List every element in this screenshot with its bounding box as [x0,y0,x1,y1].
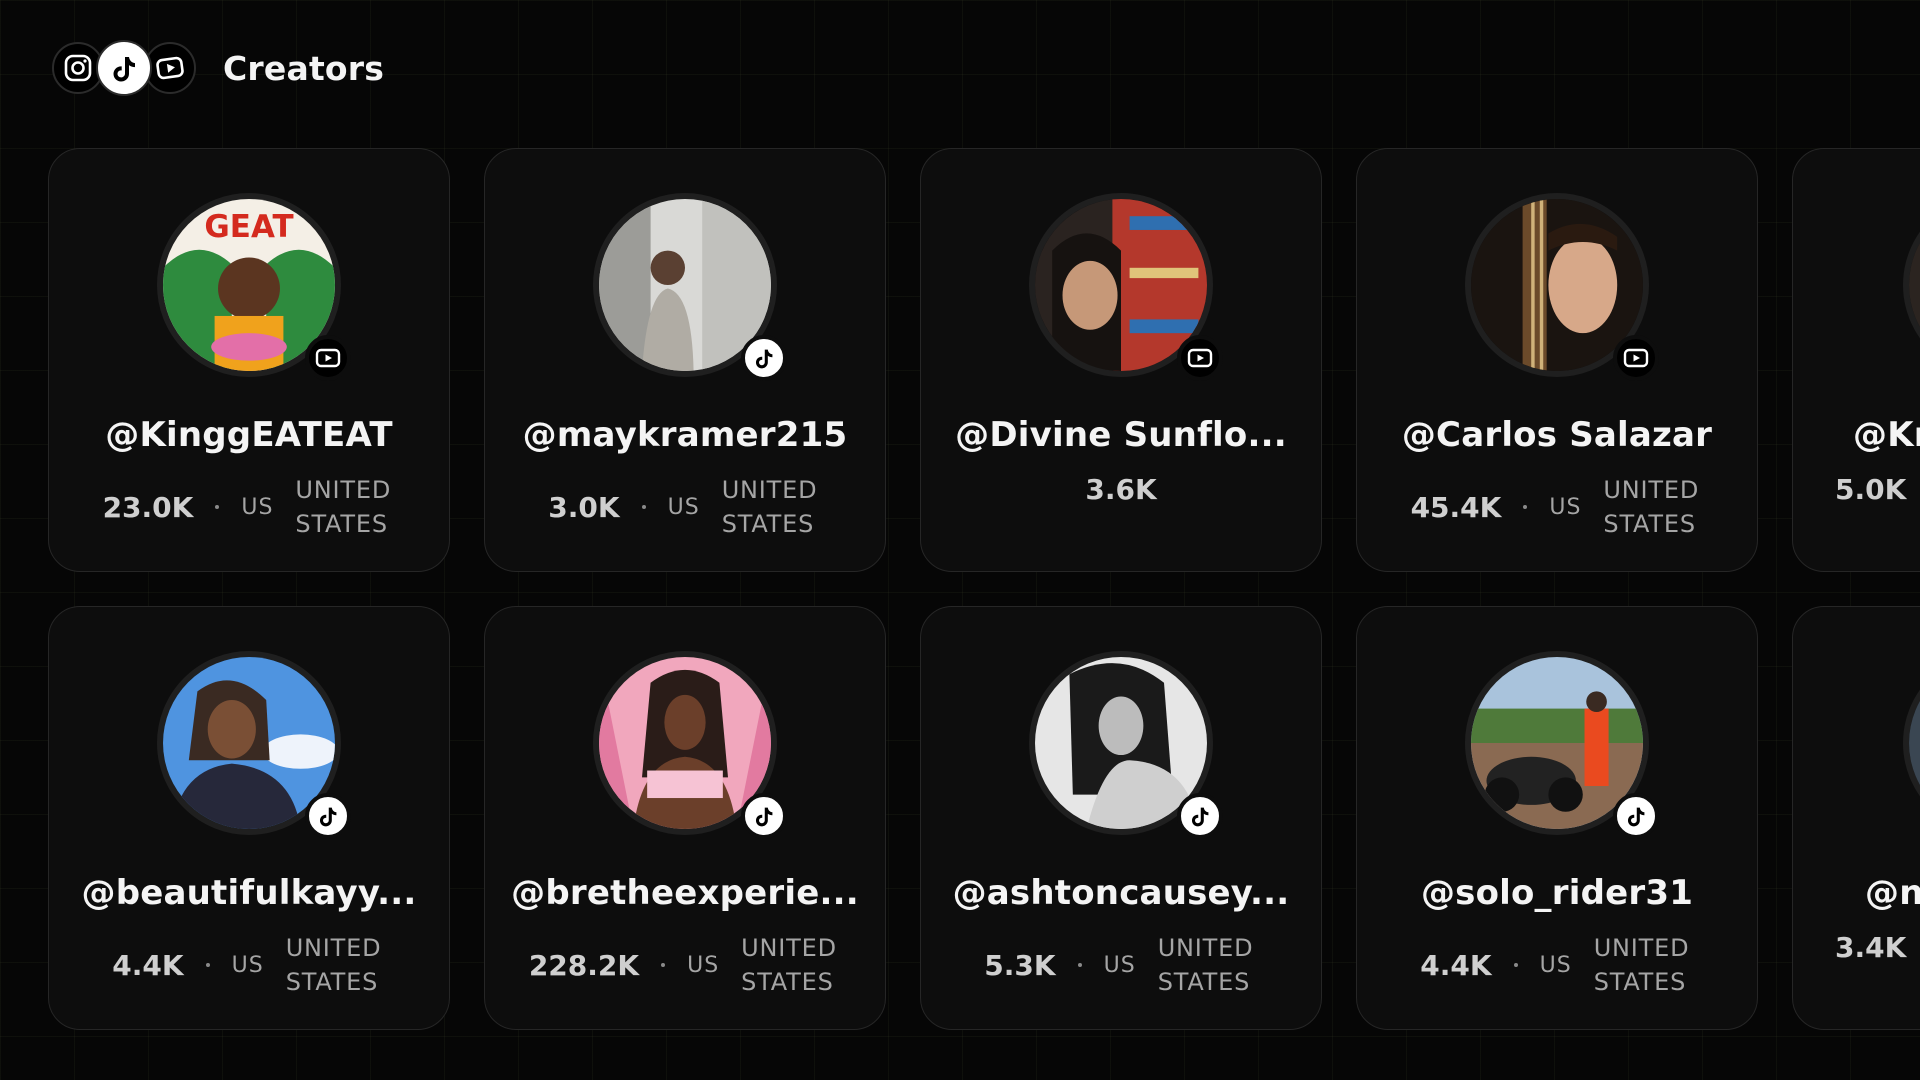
country-code: US [241,494,274,520]
creator-card[interactable]: GEAT @KinggEATEAT 23.0K US UNITED STATES [48,148,450,572]
country-code: US [1549,494,1582,520]
creator-stats: 23.0K US UNITED STATES [103,473,396,541]
creator-handle: @KinggEATEAT [105,415,393,455]
creator-card[interactable]: @beautifulkayy... 4.4K US UNITED STATES [48,606,450,1030]
creator-handle: @solo_rider31 [1420,873,1694,913]
separator-dot [661,963,666,967]
avatar-container [1465,193,1659,381]
creator-handle: @ashtoncausey... [952,873,1290,913]
creator-stats: 4.4K US UNITED STATES [112,931,385,999]
page-header: Creators [52,38,384,98]
avatar-container [157,651,351,839]
creator-card[interactable]: @Kr 5.0K [1792,148,1920,572]
creator-stats: 3.6K [1085,473,1156,506]
country-name: UNITED STATES [295,476,392,538]
follower-count: 3.0K [548,490,620,524]
platform-logo-cluster [52,35,197,101]
tiktok-icon [741,335,787,381]
creator-card[interactable]: @Divine Sunflo... 3.6K [920,148,1322,572]
avatar [1903,651,1920,835]
avatar-container [1903,193,1920,377]
creator-card[interactable]: @maykramer215 3.0K US UNITED STATES [484,148,886,572]
svg-text:GEAT: GEAT [204,209,293,245]
country-name: UNITED STATES [285,934,382,996]
creator-card[interactable]: @Carlos Salazar 45.4K US UNITED STATES [1356,148,1758,572]
page-title: Creators [223,48,385,88]
creator-stats: 5.0K [1835,473,1906,506]
follower-count: 228.2K [528,948,640,982]
avatar-container [593,651,787,839]
tiktok-icon [1613,793,1659,839]
creator-handle: @Carlos Salazar [1401,415,1713,455]
creator-stats: 3.0K US UNITED STATES [548,473,821,541]
creator-stats: 4.4K US UNITED STATES [1420,931,1693,999]
creator-card[interactable]: @ashtoncausey... 5.3K US UNITED STATES [920,606,1322,1030]
avatar-container [1029,651,1223,839]
separator-dot [215,505,220,509]
tiktok-icon [1177,793,1223,839]
avatar-container [1903,651,1920,835]
youtube-icon [1177,335,1223,381]
follower-count: 3.6K [1085,473,1157,506]
country-code: US [667,494,700,520]
creator-stats: 228.2K US UNITED STATES [529,931,841,999]
avatar [1903,193,1920,377]
creator-card[interactable]: @n 3.4K [1792,606,1920,1030]
tiktok-icon [96,40,152,96]
creator-stats: 3.4K [1835,931,1906,964]
country-name: UNITED STATES [741,934,837,996]
follower-count: 23.0K [102,490,194,524]
creator-handle: @bretheexperie... [511,873,859,913]
creator-card[interactable]: @solo_rider31 4.4K US UNITED STATES [1356,606,1758,1030]
country-name: UNITED STATES [1593,934,1690,996]
follower-count: 5.0K [1835,473,1907,506]
separator-dot [205,963,210,967]
creator-card[interactable]: @bretheexperie... 228.2K US UNITED STATE… [484,606,886,1030]
tiktok-icon [305,793,351,839]
avatar-container [1029,193,1223,381]
creator-stats: 5.3K US UNITED STATES [984,931,1257,999]
separator-dot [1523,505,1528,509]
tiktok-icon [741,793,787,839]
follower-count: 45.4K [1410,490,1502,524]
follower-count: 4.4K [1420,948,1492,982]
country-name: UNITED STATES [721,476,818,538]
country-name: UNITED STATES [1603,476,1700,538]
avatar-container: GEAT [157,193,351,381]
youtube-icon [305,335,351,381]
country-code: US [1539,952,1572,978]
separator-dot [641,505,646,509]
country-name: UNITED STATES [1157,934,1254,996]
creators-grid: GEAT @KinggEATEAT 23.0K US UNITED STATES… [48,148,1920,1030]
creator-stats: 45.4K US UNITED STATES [1411,473,1704,541]
follower-count: 3.4K [1835,931,1907,964]
country-code: US [231,952,264,978]
avatar-container [1465,651,1659,839]
avatar-container [593,193,787,381]
youtube-icon [1613,335,1659,381]
creator-handle: @n [1865,873,1920,913]
creator-handle: @maykramer215 [522,415,848,455]
follower-count: 4.4K [112,948,184,982]
country-code: US [687,952,720,978]
creator-handle: @beautifulkayy... [81,873,417,913]
follower-count: 5.3K [984,948,1056,982]
creator-handle: @Divine Sunflo... [955,415,1287,455]
country-code: US [1103,952,1136,978]
separator-dot [1077,963,1082,967]
separator-dot [1513,963,1518,967]
creator-handle: @Kr [1853,415,1920,455]
creators-page: Creators GEAT @KinggEATEAT 23.0K US UNIT… [0,0,1920,1080]
